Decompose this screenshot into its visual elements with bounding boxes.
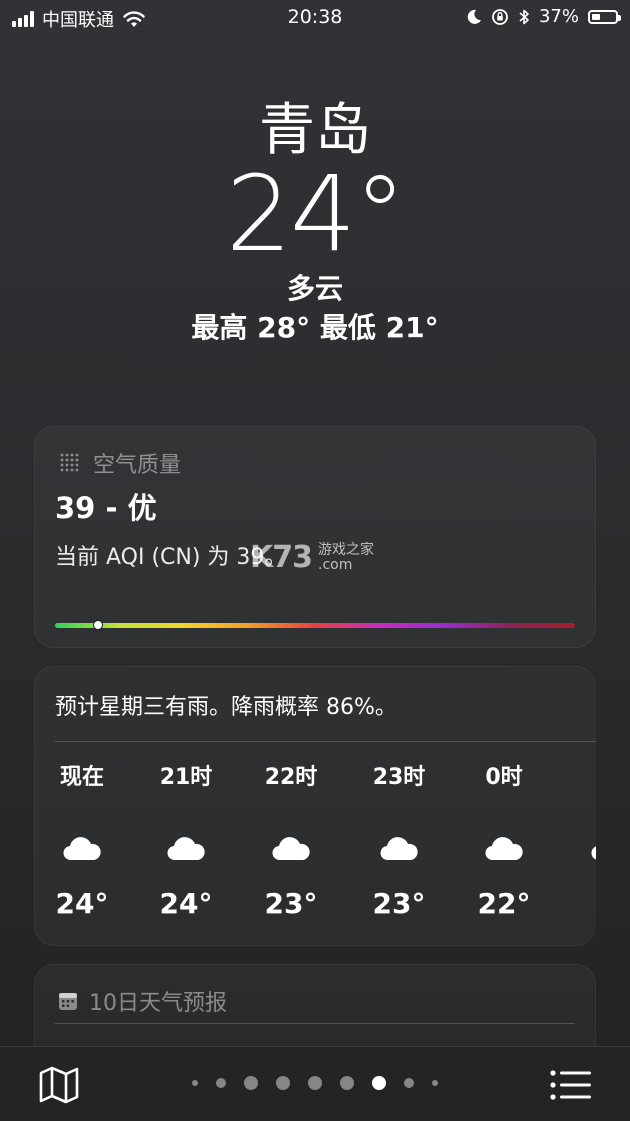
hour-temperature: 24° <box>55 887 109 920</box>
page-dot[interactable] <box>244 1076 258 1090</box>
cloud-icon <box>485 837 523 861</box>
hour-label: 现在 <box>59 765 104 790</box>
cloud-icon <box>272 837 310 861</box>
hour-item: 0时 22° <box>459 763 549 920</box>
hour-item: 23时 23° <box>354 763 444 920</box>
status-bar: 中国联通 20:38 37% <box>0 0 630 36</box>
current-temperature: 24° <box>225 153 406 275</box>
cloud-icon <box>63 837 101 861</box>
ten-day-title: 10日天气预报 <box>89 991 227 1016</box>
moon-icon <box>467 9 481 24</box>
ten-day-header: 10日天气预报 <box>57 985 227 1017</box>
calendar-icon <box>59 993 77 1010</box>
page-dot[interactable] <box>192 1080 198 1086</box>
divider <box>55 741 596 742</box>
page-dot[interactable] <box>340 1076 354 1090</box>
bluetooth-icon <box>519 9 529 24</box>
page-dot[interactable] <box>432 1080 438 1086</box>
hour-label: 22时 <box>264 765 318 790</box>
hour-item: 现在 24° <box>37 763 127 920</box>
bottom-toolbar <box>0 1046 630 1121</box>
divider <box>55 1023 575 1024</box>
air-quality-card[interactable]: 空气质量 39 - 优 当前 AQI (CN) 为 39。 <box>34 426 596 648</box>
weather-condition: 多云 <box>286 272 343 305</box>
hour-temperature: 24° <box>159 887 213 920</box>
hour-temperature: 22° <box>477 887 531 920</box>
battery-icon <box>588 9 621 24</box>
page-dot[interactable] <box>404 1078 414 1088</box>
hour-temperature: 2 <box>565 887 596 920</box>
hour-label: 21时 <box>159 765 213 790</box>
hour-label: 23时 <box>372 765 426 790</box>
hour-label: 1 <box>565 763 596 793</box>
watermark-line2: .com <box>318 556 353 573</box>
hour-temperature: 23° <box>264 887 318 920</box>
weather-header: 青岛 24° 多云 最高 28° 最低 21° <box>0 96 630 348</box>
battery-percent: 37% <box>538 6 579 27</box>
hour-item: 1 2 <box>565 763 596 920</box>
high-low-temperature: 最高 28° 最低 21° <box>191 311 439 344</box>
hourly-forecast-card[interactable]: 预计星期三有雨。降雨概率 86%。 现在 24° 21时 24° 22时 23°… <box>34 666 596 946</box>
watermark-logo: K73 <box>250 540 313 575</box>
hour-item: 21时 24° <box>141 763 231 920</box>
location-list-button[interactable] <box>550 1069 592 1105</box>
aqi-value: 39 - 优 <box>55 491 157 525</box>
page-dot-active[interactable] <box>372 1076 386 1090</box>
watermark: K73 游戏之家 .com <box>250 540 374 575</box>
page-indicator[interactable] <box>0 1076 630 1090</box>
orientation-lock-icon <box>492 8 508 25</box>
aqi-scale-bar <box>55 620 575 630</box>
forecast-summary: 预计星期三有雨。降雨概率 86%。 <box>55 695 397 720</box>
cloud-icon <box>167 837 205 861</box>
cloud-icon <box>380 837 418 861</box>
air-quality-icon <box>60 453 79 472</box>
status-right: 37% <box>466 6 621 27</box>
page-dot[interactable] <box>276 1076 290 1090</box>
air-quality-title: 空气质量 <box>93 453 182 478</box>
page-dot[interactable] <box>308 1076 322 1090</box>
hourly-scroll[interactable]: 现在 24° 21时 24° 22时 23° 23时 23° 0时 22° 1 … <box>35 763 596 933</box>
watermark-line1: 游戏之家 <box>318 541 374 558</box>
hour-label: 0时 <box>485 765 523 790</box>
hour-item: 22时 23° <box>246 763 336 920</box>
air-quality-header: 空气质量 <box>57 447 181 479</box>
cloud-icon <box>591 846 596 860</box>
aqi-indicator <box>92 620 103 630</box>
list-icon <box>550 1070 591 1100</box>
hour-temperature: 23° <box>372 887 426 920</box>
page-dot[interactable] <box>216 1078 226 1088</box>
